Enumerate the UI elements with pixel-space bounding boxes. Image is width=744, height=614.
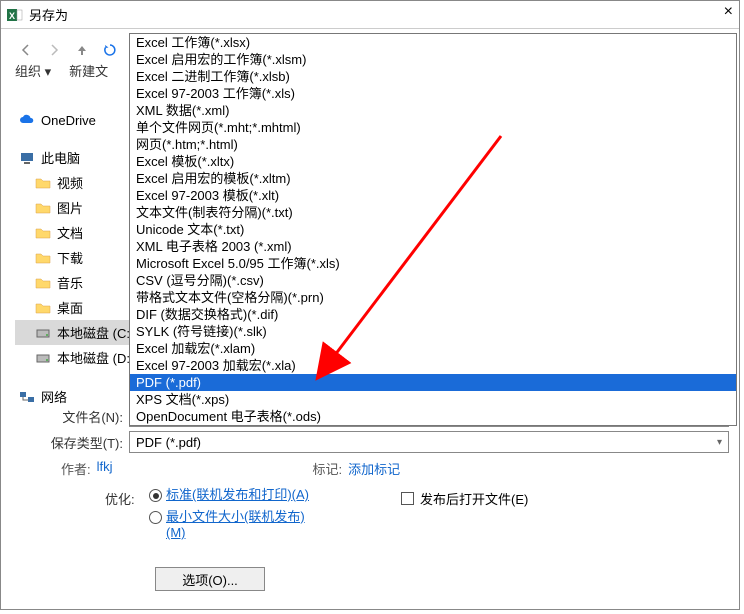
cloud-icon: [19, 112, 35, 128]
filetype-option[interactable]: Excel 启用宏的工作簿(*.xlsm): [130, 51, 736, 68]
folder-icon: [35, 175, 51, 191]
folder-icon: [35, 200, 51, 216]
filetype-option[interactable]: 网页(*.htm;*.html): [130, 136, 736, 153]
chevron-down-icon: ▾: [717, 437, 722, 448]
sidebar-item[interactable]: 下载: [15, 245, 145, 270]
sidebar-item-label: 下载: [57, 248, 83, 267]
sidebar-item-label: OneDrive: [41, 113, 96, 128]
up-icon[interactable]: [73, 41, 91, 59]
folder-icon: [35, 300, 51, 316]
optimize-label: 优化:: [105, 489, 135, 508]
forward-icon[interactable]: [45, 41, 63, 59]
sidebar-item-label: 本地磁盘 (D:): [57, 348, 134, 367]
filetype-option[interactable]: XPS 文档(*.xps): [130, 391, 736, 408]
sidebar-item-label: 音乐: [57, 273, 83, 292]
optimize-section: 优化: 标准(联机发布和打印)(A) 最小文件大小(联机发布)(M): [105, 487, 316, 547]
titlebar: X 另存为 ×: [1, 1, 739, 29]
filename-label: 文件名(N):: [43, 407, 129, 426]
filetype-option[interactable]: Excel 加载宏(*.xlam): [130, 340, 736, 357]
drive-icon: [35, 325, 51, 341]
filetype-label: 保存类型(T):: [43, 433, 129, 452]
filetype-option[interactable]: SYLK (符号链接)(*.slk): [130, 323, 736, 340]
filetype-option[interactable]: 文本文件(制表符分隔)(*.txt): [130, 204, 736, 221]
sidebar-item[interactable]: 本地磁盘 (C:): [15, 320, 145, 345]
filetype-option[interactable]: Excel 工作簿(*.xlsx): [130, 34, 736, 51]
filetype-option[interactable]: Unicode 文本(*.txt): [130, 221, 736, 238]
filetype-option[interactable]: Microsoft Excel 5.0/95 工作簿(*.xls): [130, 255, 736, 272]
sidebar-item[interactable]: 视频: [15, 170, 145, 195]
optimize-standard-label: 标准(联机发布和打印)(A): [166, 487, 309, 503]
filetype-option[interactable]: XML 数据(*.xml): [130, 102, 736, 119]
filetype-option[interactable]: CSV (逗号分隔)(*.csv): [130, 272, 736, 289]
filetype-option[interactable]: Excel 97-2003 加载宏(*.xla): [130, 357, 736, 374]
net-icon: [19, 389, 35, 405]
sidebar-item[interactable]: 文档: [15, 220, 145, 245]
filetype-row: 保存类型(T): PDF (*.pdf) ▾: [43, 431, 729, 453]
excel-icon: X: [7, 7, 23, 23]
organize-button[interactable]: 组织 ▾: [15, 61, 51, 80]
window-title: 另存为: [29, 5, 68, 24]
svg-text:X: X: [9, 11, 15, 21]
sidebar-item[interactable]: OneDrive: [15, 109, 145, 131]
sidebar-item-label: 图片: [57, 198, 83, 217]
checkbox-icon: [401, 492, 414, 505]
folder-icon: [35, 250, 51, 266]
sidebar: OneDrive 此电脑视频图片文档下载音乐桌面本地磁盘 (C:) 本地磁盘 (D:…: [15, 109, 145, 409]
pc-icon: [19, 150, 35, 166]
meta-row: 作者: lfkj 标记: 添加标记: [61, 459, 719, 478]
back-icon[interactable]: [17, 41, 35, 59]
open-after-checkbox[interactable]: 发布后打开文件(E): [401, 489, 528, 508]
sidebar-item[interactable]: 音乐: [15, 270, 145, 295]
radio-icon: [149, 511, 162, 524]
sidebar-item-label: 桌面: [57, 298, 83, 317]
filetype-option[interactable]: Excel 二进制工作簿(*.xlsb): [130, 68, 736, 85]
filetype-option[interactable]: Excel 启用宏的模板(*.xltm): [130, 170, 736, 187]
filetype-dropdown[interactable]: Excel 工作簿(*.xlsx)Excel 启用宏的工作簿(*.xlsm)Ex…: [129, 33, 737, 426]
filetype-combo[interactable]: PDF (*.pdf) ▾: [129, 431, 729, 453]
sidebar-item-label: 网络: [41, 387, 67, 406]
options-button[interactable]: 选项(O)...: [155, 567, 265, 591]
filetype-option[interactable]: Excel 97-2003 模板(*.xlt): [130, 187, 736, 204]
open-after-label: 发布后打开文件(E): [420, 489, 528, 508]
filetype-option[interactable]: 带格式文本文件(空格分隔)(*.prn): [130, 289, 736, 306]
sidebar-item[interactable]: 图片: [15, 195, 145, 220]
nav-row: [17, 41, 119, 59]
tags-label: 标记:: [313, 459, 343, 478]
radio-icon: [149, 489, 162, 502]
filetype-option[interactable]: DIF (数据交换格式)(*.dif): [130, 306, 736, 323]
filetype-option[interactable]: Excel 模板(*.xltx): [130, 153, 736, 170]
new-folder-button[interactable]: 新建文: [69, 61, 108, 80]
save-as-dialog: X 另存为 × 组织 ▾ 新建文 OneDrive 此电脑视频图片文档下载音乐桌面…: [0, 0, 740, 610]
folder-icon: [35, 275, 51, 291]
sidebar-item[interactable]: 此电脑: [15, 145, 145, 170]
filetype-value: PDF (*.pdf): [136, 435, 201, 450]
sidebar-item[interactable]: 桌面: [15, 295, 145, 320]
sidebar-item-label: 视频: [57, 173, 83, 192]
optimize-minimum-radio[interactable]: 最小文件大小(联机发布)(M): [149, 509, 316, 541]
close-icon[interactable]: ×: [724, 3, 733, 21]
tags-value[interactable]: 添加标记: [348, 459, 400, 478]
folder-icon: [35, 225, 51, 241]
filetype-option[interactable]: OpenDocument 电子表格(*.ods): [130, 408, 736, 425]
sidebar-item-label: 文档: [57, 223, 83, 242]
optimize-minimum-label: 最小文件大小(联机发布)(M): [166, 509, 316, 541]
filetype-option[interactable]: 单个文件网页(*.mht;*.mhtml): [130, 119, 736, 136]
toolbar: 组织 ▾ 新建文: [15, 61, 108, 80]
filetype-option[interactable]: XML 电子表格 2003 (*.xml): [130, 238, 736, 255]
optimize-standard-radio[interactable]: 标准(联机发布和打印)(A): [149, 487, 316, 503]
filetype-option[interactable]: PDF (*.pdf): [130, 374, 736, 391]
sidebar-item-label: 本地磁盘 (C:): [57, 323, 134, 342]
author-value[interactable]: lfkj: [97, 459, 113, 478]
drive-icon: [35, 350, 51, 366]
sidebar-item[interactable]: 本地磁盘 (D:): [15, 345, 145, 370]
filetype-option[interactable]: Excel 97-2003 工作簿(*.xls): [130, 85, 736, 102]
author-label: 作者:: [61, 459, 91, 478]
sidebar-item-label: 此电脑: [41, 148, 80, 167]
refresh-icon[interactable]: [101, 41, 119, 59]
